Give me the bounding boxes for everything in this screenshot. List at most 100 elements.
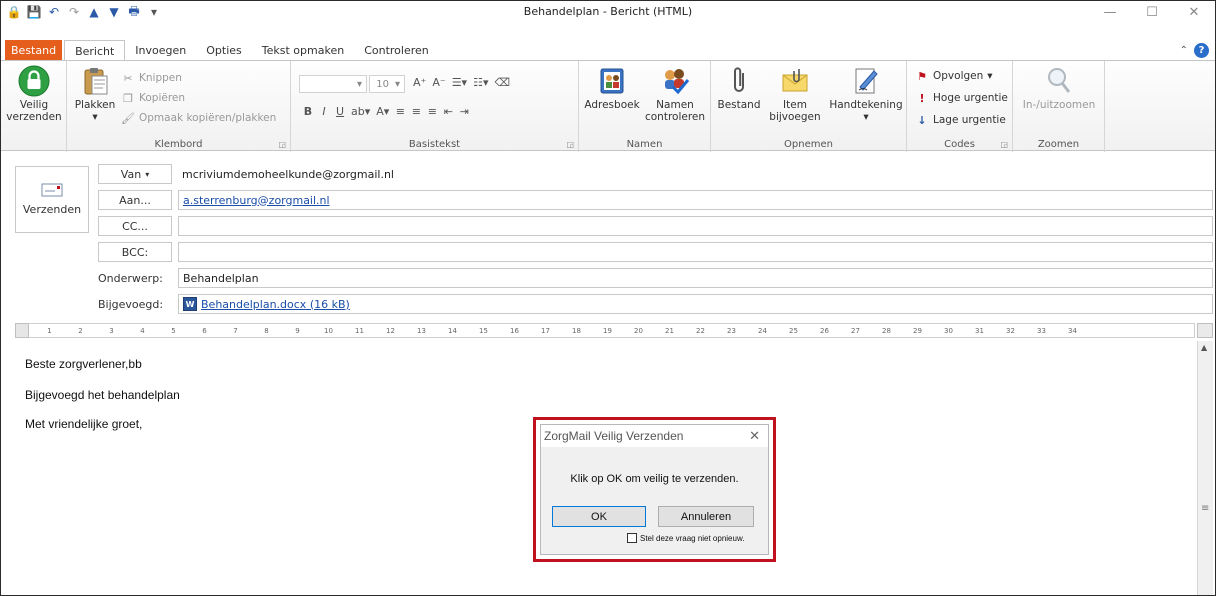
address-book-button[interactable]: Adresboek bbox=[583, 65, 641, 111]
cut-button[interactable]: ✂ Knippen bbox=[121, 71, 182, 85]
scissors-icon: ✂ bbox=[123, 71, 133, 85]
paste-button[interactable]: Plakken ▾ bbox=[73, 65, 117, 123]
highlight-icon[interactable]: ab▾ bbox=[351, 105, 370, 118]
bullets-icon[interactable]: ☰▾ bbox=[452, 76, 467, 89]
group-zoom: In-/uitzoomen Zoomen bbox=[1013, 61, 1105, 152]
decrease-indent-icon[interactable]: ⇤ bbox=[443, 105, 453, 118]
font-size-value: 10 bbox=[376, 78, 389, 90]
secure-send-line2: verzenden bbox=[6, 111, 62, 123]
to-button[interactable]: Aan... bbox=[98, 190, 172, 210]
tab-opties[interactable]: Opties bbox=[196, 40, 252, 61]
paste-label: Plakken bbox=[74, 99, 116, 111]
check-names-button[interactable]: Namen controleren bbox=[643, 65, 707, 123]
collapse-ribbon-icon[interactable]: ⌃ bbox=[1180, 45, 1188, 56]
dialog-title-bar: ZorgMail Veilig Verzenden ✕ bbox=[541, 425, 768, 447]
subject-field[interactable]: Behandelplan bbox=[178, 268, 1213, 288]
scroll-up-icon[interactable]: ▲ bbox=[1201, 343, 1207, 352]
body-closing: Met vriendelijke groet, bbox=[25, 417, 143, 431]
cc-button[interactable]: CC... bbox=[98, 216, 172, 236]
body-text: Bijgevoegd het behandelplan bbox=[25, 388, 180, 402]
follow-up-chevron-down-icon: ▾ bbox=[987, 70, 993, 82]
increase-indent-icon[interactable]: ⇥ bbox=[459, 105, 469, 118]
basic-text-row-1: A⁺ A⁻ ☰▾ ☷▾ ⌫ bbox=[413, 76, 510, 89]
subject-value: Behandelplan bbox=[183, 271, 259, 285]
signature-button[interactable]: Handtekening ▾ bbox=[827, 65, 905, 123]
down-arrow-icon: ↓ bbox=[917, 113, 927, 127]
bcc-button[interactable]: BCC: bbox=[98, 242, 172, 262]
paste-chevron-down-icon: ▾ bbox=[92, 111, 98, 123]
clear-format-icon[interactable]: ⌫ bbox=[494, 76, 510, 89]
send-button[interactable]: Verzenden bbox=[15, 166, 89, 233]
outlook-message-window: 🔒 💾 ↶ ↷ ▲ ▼ 🖶 ▾ Behandelplan - Bericht (… bbox=[0, 0, 1216, 596]
zoom-group-label: Zoomen bbox=[1037, 139, 1080, 150]
font-color-icon[interactable]: A▾ bbox=[376, 105, 389, 118]
attach-file-button[interactable]: Bestand bbox=[715, 65, 763, 111]
dont-ask-again-label: Stel deze vraag niet opnieuw. bbox=[640, 533, 745, 543]
dont-ask-again-checkbox[interactable] bbox=[627, 533, 637, 543]
ok-button[interactable]: OK bbox=[552, 506, 646, 527]
align-center-icon[interactable]: ≡ bbox=[411, 105, 421, 118]
cut-label: Knippen bbox=[139, 72, 182, 84]
address-book-label: Adresboek bbox=[584, 99, 640, 111]
help-icon[interactable]: ? bbox=[1194, 43, 1209, 58]
format-painter-button[interactable]: 🖌 Opmaak kopiëren/plakken bbox=[121, 111, 276, 125]
tab-stop-selector[interactable] bbox=[15, 323, 29, 338]
tab-invoegen[interactable]: Invoegen bbox=[125, 40, 196, 61]
tab-bestand[interactable]: Bestand bbox=[5, 40, 63, 61]
numbering-icon[interactable]: ☷▾ bbox=[473, 76, 488, 89]
grow-font-icon[interactable]: A⁺ bbox=[413, 76, 426, 89]
attachment-link[interactable]: Behandelplan.docx (16 kB) bbox=[201, 298, 350, 311]
ruler: 1 2 3 4 5 6 7 8 9 10 11 12 13 14 15 16 17 18 19 20 21 22 23 24 2… bbox=[15, 323, 1195, 338]
window-title: Behandelplan - Bericht (HTML) bbox=[523, 5, 693, 18]
follow-up-button[interactable]: ⚑ Opvolgen ▾ bbox=[915, 69, 993, 83]
font-name-combo[interactable]: ▾ bbox=[299, 75, 367, 93]
cancel-button[interactable]: Annuleren bbox=[658, 506, 754, 527]
close-icon[interactable]: ✕ bbox=[1173, 1, 1215, 23]
shrink-font-icon[interactable]: A⁻ bbox=[432, 76, 445, 89]
align-left-icon[interactable]: ≡ bbox=[395, 105, 405, 118]
include-group-label: Opnemen bbox=[784, 139, 833, 150]
group-tags: ⚑ Opvolgen ▾ ! Hoge urgentie ↓ Lage urge… bbox=[907, 61, 1013, 152]
clipboard-launcher-icon[interactable]: ◲ bbox=[278, 140, 286, 149]
maximize-icon[interactable]: ☐ bbox=[1131, 1, 1173, 23]
italic-icon[interactable]: I bbox=[319, 105, 329, 118]
zoom-button[interactable]: In-/uitzoomen bbox=[1015, 65, 1103, 111]
align-right-icon[interactable]: ≡ bbox=[427, 105, 437, 118]
high-importance-button[interactable]: ! Hoge urgentie bbox=[915, 91, 1008, 105]
body-greeting: Beste zorgverlener,bb bbox=[25, 357, 142, 371]
basic-text-launcher-icon[interactable]: ◲ bbox=[566, 140, 574, 149]
bold-icon[interactable]: B bbox=[303, 105, 313, 118]
ribbon: Veilig verzenden Plakken ▾ ✂ Knippen ❐ K… bbox=[1, 60, 1215, 152]
envelope-attach-icon bbox=[782, 69, 808, 92]
group-include: Bestand Item bijvoegen Handtekening ▾ Op… bbox=[711, 61, 907, 152]
group-clipboard: Plakken ▾ ✂ Knippen ❐ Kopiëren 🖌 Opmaak … bbox=[67, 61, 291, 152]
dialog-message: Klik op OK om veilig te verzenden. bbox=[570, 473, 739, 485]
ruler-toggle-icon[interactable] bbox=[1197, 323, 1213, 338]
cc-field[interactable] bbox=[178, 216, 1213, 236]
to-recipient[interactable]: a.sterrenburg@zorgmail.nl bbox=[183, 194, 330, 207]
copy-button[interactable]: ❐ Kopiëren bbox=[121, 91, 185, 105]
tab-tekst-opmaken[interactable]: Tekst opmaken bbox=[252, 40, 354, 61]
tags-launcher-icon[interactable]: ◲ bbox=[1000, 140, 1008, 149]
high-importance-label: Hoge urgentie bbox=[933, 92, 1008, 104]
tab-bericht[interactable]: Bericht bbox=[64, 40, 126, 61]
underline-icon[interactable]: U bbox=[335, 105, 345, 118]
secure-send-button[interactable]: Veilig verzenden bbox=[5, 65, 63, 123]
dont-ask-again-option[interactable]: Stel deze vraag niet opnieuw. bbox=[627, 533, 745, 543]
minimize-icon[interactable]: — bbox=[1089, 1, 1131, 23]
title-bar: 🔒 💾 ↶ ↷ ▲ ▼ 🖶 ▾ Behandelplan - Bericht (… bbox=[1, 1, 1215, 23]
dialog-close-icon[interactable]: ✕ bbox=[749, 428, 760, 444]
vertical-scrollbar[interactable]: ▲ ≡ bbox=[1197, 341, 1213, 595]
attach-item-button[interactable]: Item bijvoegen bbox=[765, 65, 825, 123]
basic-text-row-2: B I U ab▾ A▾ ≡ ≡ ≡ ⇤ ⇥ bbox=[303, 105, 469, 118]
bcc-field[interactable] bbox=[178, 242, 1213, 262]
send-label: Verzenden bbox=[22, 203, 82, 216]
follow-up-label: Opvolgen bbox=[933, 70, 984, 82]
from-button[interactable]: Van ▾ bbox=[98, 164, 172, 184]
check-names-line1: Namen bbox=[656, 99, 694, 111]
low-importance-button[interactable]: ↓ Lage urgentie bbox=[915, 113, 1005, 127]
tab-controleren[interactable]: Controleren bbox=[354, 40, 439, 61]
scroll-grip-icon[interactable]: ≡ bbox=[1201, 503, 1209, 514]
to-field[interactable]: a.sterrenburg@zorgmail.nl bbox=[178, 190, 1213, 210]
font-size-combo[interactable]: 10 ▾ bbox=[369, 75, 405, 93]
